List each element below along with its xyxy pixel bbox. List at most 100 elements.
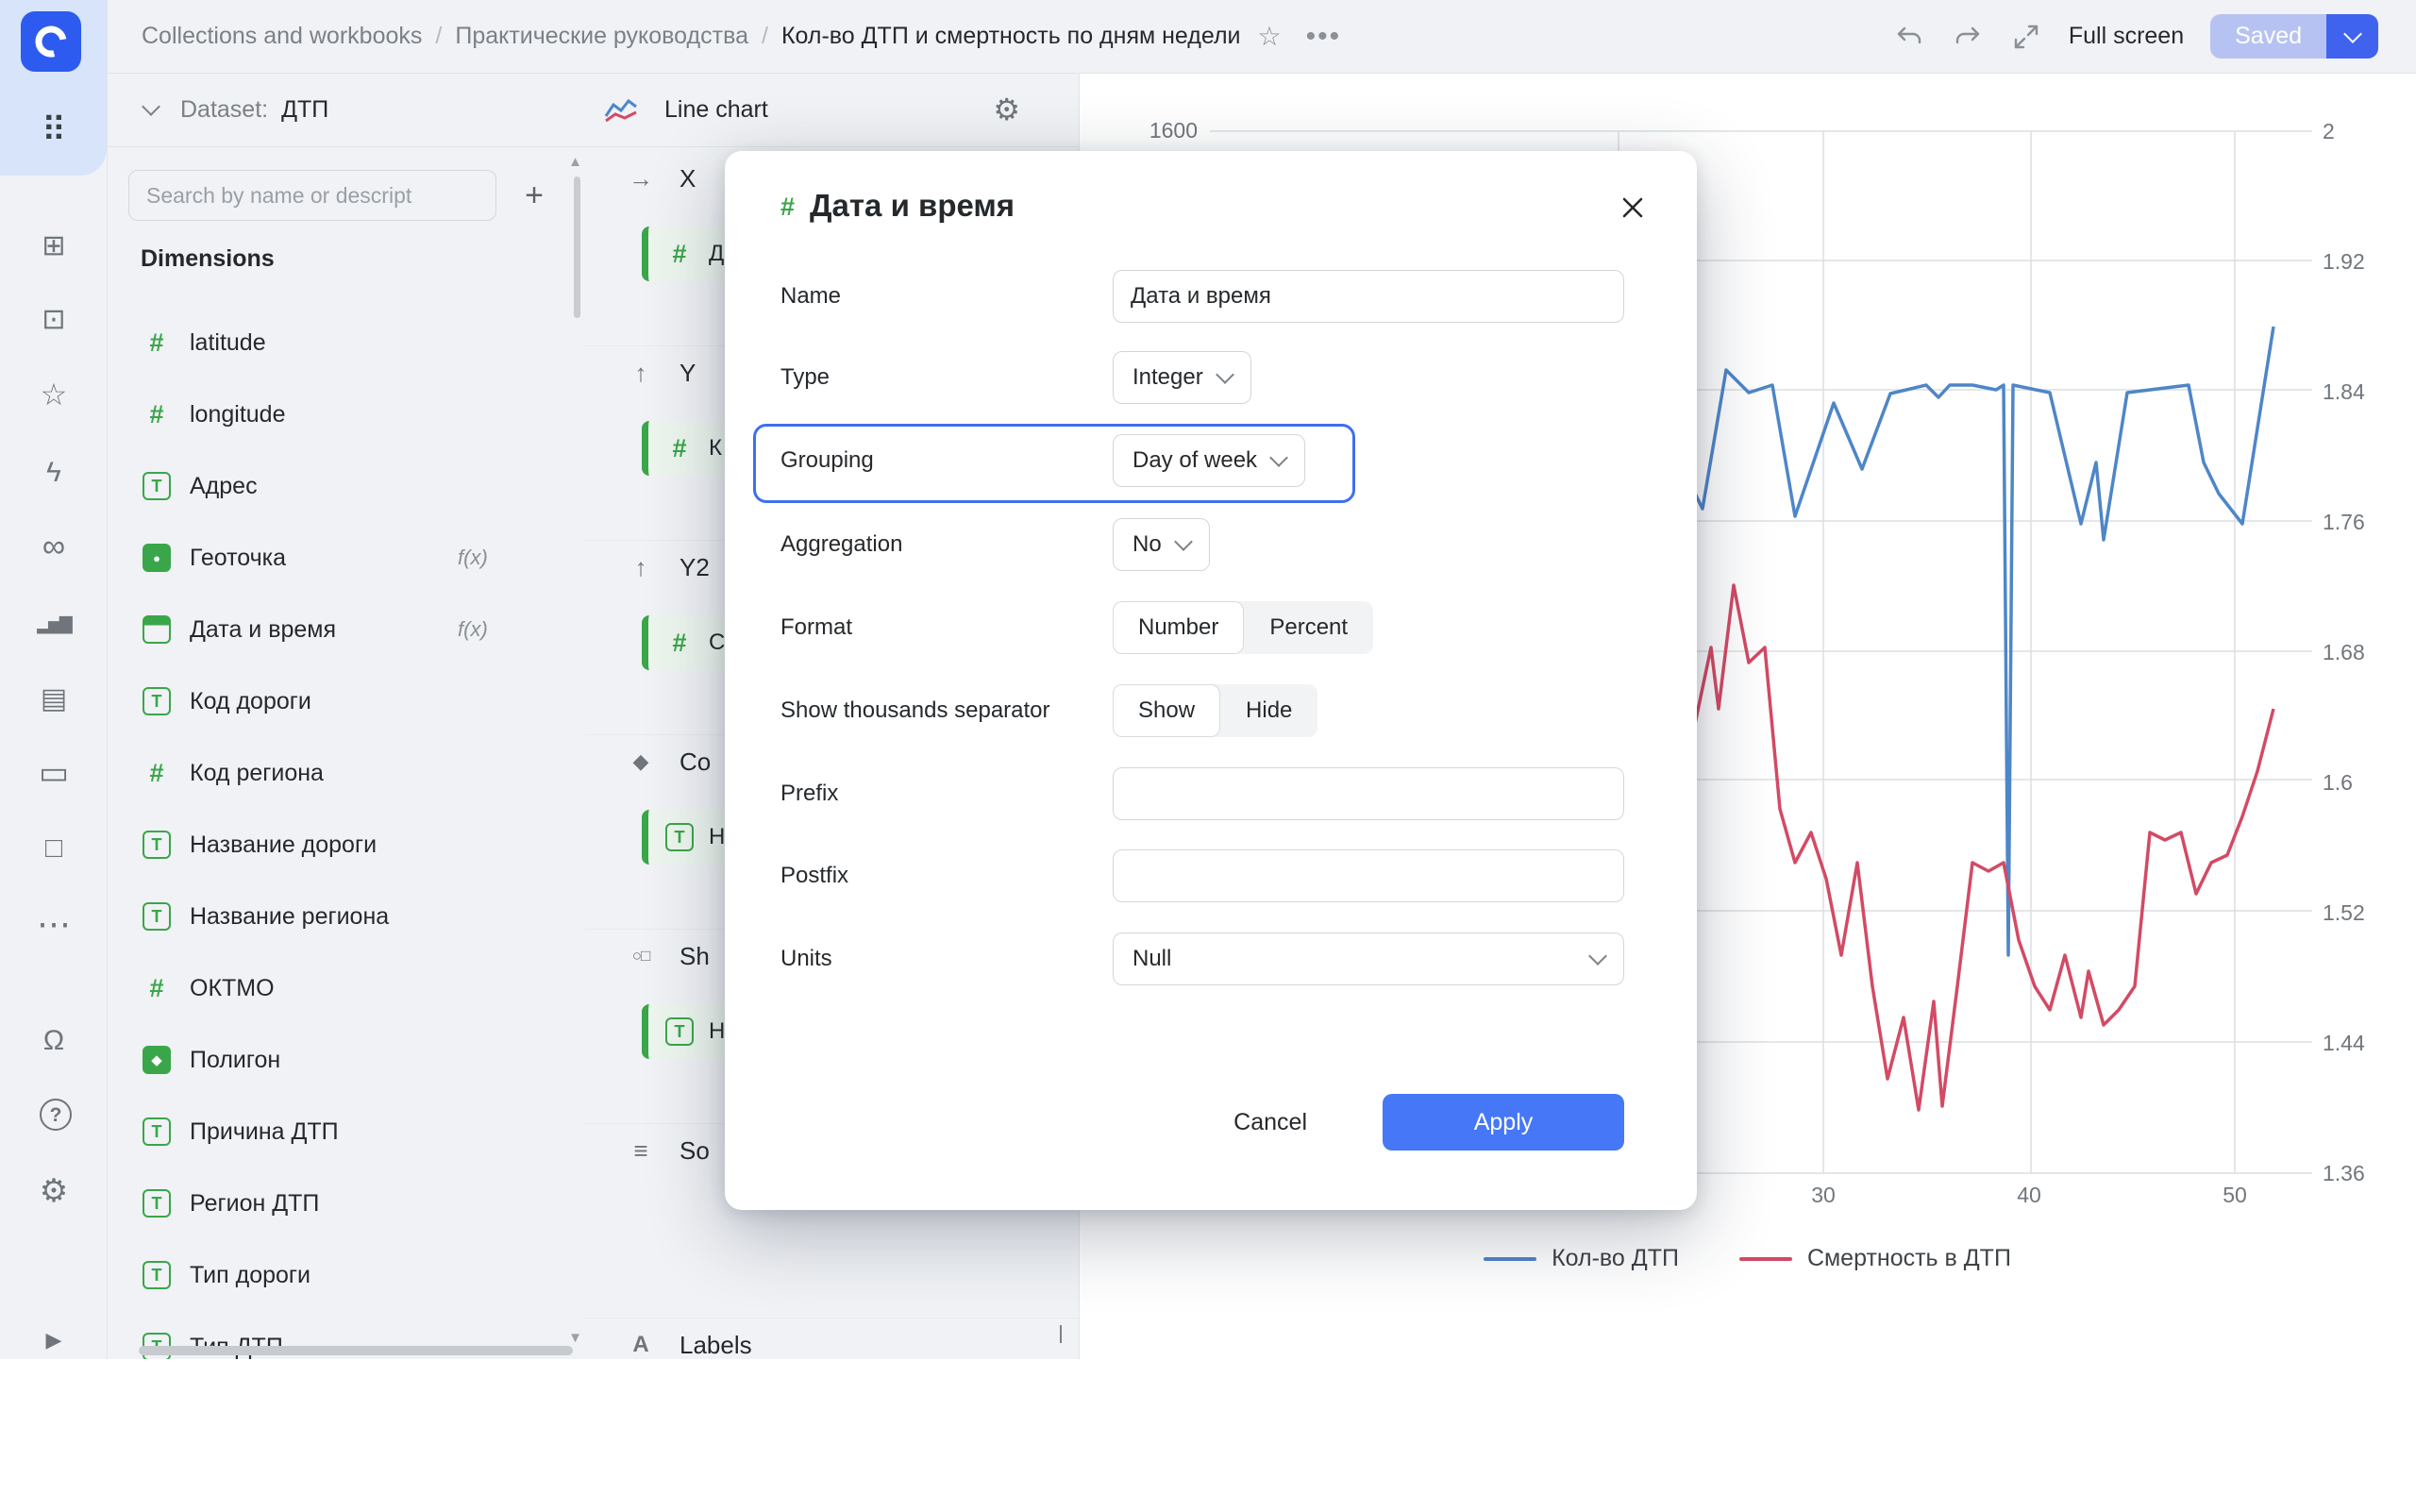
field-name: Геоточка xyxy=(190,545,286,572)
gear-icon[interactable]: ⚙ xyxy=(993,92,1020,127)
horizontal-scrollbar[interactable] xyxy=(139,1346,573,1355)
help-icon[interactable] xyxy=(40,1099,72,1131)
undo-icon[interactable] xyxy=(1893,21,1925,53)
prefix-label: Prefix xyxy=(780,767,838,820)
field-row[interactable]: longitude f(x) xyxy=(107,378,585,450)
fullscreen-button[interactable]: Full screen xyxy=(2069,23,2184,50)
breadcrumb-item[interactable]: Практические руководства xyxy=(455,23,748,50)
left-rail xyxy=(0,0,108,1359)
legend-swatch xyxy=(1484,1257,1536,1261)
x-axis-labels: 304050 xyxy=(1795,1183,2263,1208)
chip-label: С xyxy=(709,630,725,656)
dataset-name[interactable]: ДТП xyxy=(281,96,328,124)
legend-item[interactable]: Кол-во ДТП xyxy=(1484,1245,1679,1272)
monitor-icon[interactable] xyxy=(37,756,71,790)
legend-item[interactable]: Смертность в ДТП xyxy=(1739,1245,2011,1272)
format-segmented: Number Percent xyxy=(1113,601,1373,654)
postfix-input[interactable] xyxy=(1113,849,1624,902)
section-icon xyxy=(627,359,655,388)
favorite-star-icon[interactable]: ☆ xyxy=(1258,21,1282,52)
segment-option[interactable]: Percent xyxy=(1244,601,1373,654)
collections-icon[interactable] xyxy=(37,303,71,337)
scroll-down-arrow[interactable]: ▼ xyxy=(568,1330,582,1346)
field-row[interactable]: Код региона f(x) xyxy=(107,737,585,809)
field-row[interactable]: Полигон f(x) xyxy=(107,1024,585,1096)
settings-icon[interactable] xyxy=(37,1174,71,1208)
field-type-icon xyxy=(143,400,171,428)
chart-type-label[interactable]: Line chart xyxy=(664,96,768,124)
field-row[interactable]: latitude f(x) xyxy=(107,307,585,378)
field-type-icon xyxy=(665,240,694,268)
widgets-icon[interactable] xyxy=(37,229,71,263)
field-name: ОКТМО xyxy=(190,975,275,1002)
aggregation-label: Aggregation xyxy=(780,518,902,571)
dataset-label: Dataset: xyxy=(180,96,268,124)
field-type-icon xyxy=(143,902,171,931)
field-row[interactable]: Адрес f(x) xyxy=(107,450,585,522)
field-name: Название региона xyxy=(190,903,389,931)
collapse-icon[interactable] xyxy=(37,1323,71,1357)
scroll-down-chevron[interactable] xyxy=(1060,1325,1062,1342)
close-icon[interactable] xyxy=(1614,189,1652,227)
scroll-up-arrow[interactable]: ▲ xyxy=(568,154,582,170)
notifications-icon[interactable] xyxy=(37,1024,71,1058)
datasets-icon[interactable] xyxy=(37,682,71,716)
field-row[interactable]: ОКТМО f(x) xyxy=(107,952,585,1024)
redo-icon[interactable] xyxy=(1952,21,1984,53)
save-menu-button[interactable] xyxy=(2326,14,2378,59)
aggregation-select[interactable]: No xyxy=(1113,518,1210,571)
separator-segmented: Show Hide xyxy=(1113,684,1317,737)
section-label: X xyxy=(680,164,696,193)
storage-icon[interactable] xyxy=(37,832,71,865)
type-select[interactable]: Integer xyxy=(1113,351,1251,404)
save-button[interactable]: Saved xyxy=(2210,14,2326,59)
chevron-down-icon xyxy=(2343,25,2362,43)
section-label: Y2 xyxy=(680,553,710,582)
breadcrumb-item[interactable]: Кол-во ДТП и смертность по дням недели xyxy=(781,23,1241,50)
breadcrumb-item[interactable]: Collections and workbooks xyxy=(142,23,422,50)
field-row[interactable]: Код дороги f(x) xyxy=(107,665,585,737)
dataset-header[interactable]: Dataset: ДТП xyxy=(107,73,585,147)
line-chart-icon xyxy=(604,95,638,124)
add-field-button[interactable]: + xyxy=(510,171,559,220)
name-input[interactable] xyxy=(1113,270,1624,323)
field-row[interactable]: Геоточка f(x) xyxy=(107,522,585,594)
connections-icon[interactable] xyxy=(37,529,71,563)
datalens-logo[interactable] xyxy=(21,11,81,72)
apps-grid-icon[interactable] xyxy=(37,113,71,147)
functions-icon[interactable] xyxy=(37,456,71,490)
units-select[interactable]: Null xyxy=(1113,932,1624,985)
more-icon[interactable] xyxy=(37,907,71,941)
chevron-down-icon xyxy=(1216,365,1234,384)
section-label: So xyxy=(680,1136,710,1166)
field-type-icon xyxy=(665,629,694,657)
apply-button[interactable]: Apply xyxy=(1383,1094,1624,1151)
units-label: Units xyxy=(780,932,832,985)
segment-option[interactable]: Hide xyxy=(1220,684,1317,737)
chip-label: Д xyxy=(709,241,724,267)
segment-option[interactable]: Show xyxy=(1113,684,1220,737)
field-row[interactable]: Дата и время f(x) xyxy=(107,594,585,665)
chart-type-header: Line chart ⚙ xyxy=(585,73,1079,147)
field-type-icon xyxy=(143,759,171,787)
segment-option[interactable]: Number xyxy=(1113,601,1244,654)
more-actions-icon[interactable]: ••• xyxy=(1306,21,1342,53)
field-row[interactable]: Тип дороги f(x) xyxy=(107,1239,585,1311)
topbar: / Collections and workbooks / Практическ… xyxy=(107,0,2416,74)
favorites-icon[interactable] xyxy=(37,378,71,412)
chevron-down-icon xyxy=(1269,448,1288,467)
field-type-icon xyxy=(143,615,171,644)
search-input[interactable] xyxy=(128,170,496,221)
field-name: Регион ДТП xyxy=(190,1190,319,1218)
cancel-button[interactable]: Cancel xyxy=(1201,1094,1339,1151)
field-row[interactable]: Причина ДТП f(x) xyxy=(107,1096,585,1168)
field-row[interactable]: Название дороги f(x) xyxy=(107,809,585,881)
field-type-icon xyxy=(143,1189,171,1218)
scrollbar-thumb[interactable] xyxy=(574,176,580,318)
field-row[interactable]: Регион ДТП f(x) xyxy=(107,1168,585,1239)
prefix-input[interactable] xyxy=(1113,767,1624,820)
field-row[interactable]: Название региона f(x) xyxy=(107,881,585,952)
expand-icon[interactable] xyxy=(2010,21,2042,53)
charts-icon[interactable] xyxy=(37,607,71,641)
grouping-select[interactable]: Day of week xyxy=(1113,434,1305,487)
